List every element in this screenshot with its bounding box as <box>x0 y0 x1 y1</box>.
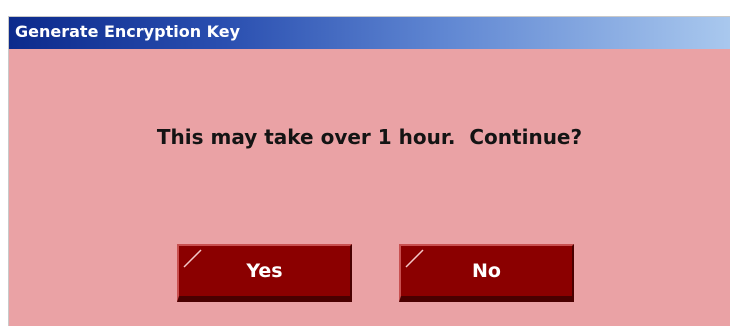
no-button[interactable]: No <box>399 244 574 302</box>
yes-button[interactable]: Yes <box>177 244 352 302</box>
window-title: Generate Encryption Key <box>15 22 241 41</box>
encryption-key-dialog: Generate Encryption Key This may take ov… <box>8 16 730 326</box>
title-bar[interactable]: Generate Encryption Key <box>9 17 730 49</box>
no-button-label: No <box>472 260 501 282</box>
confirmation-message: This may take over 1 hour. Continue? <box>156 125 583 149</box>
yes-button-label: Yes <box>246 260 283 282</box>
